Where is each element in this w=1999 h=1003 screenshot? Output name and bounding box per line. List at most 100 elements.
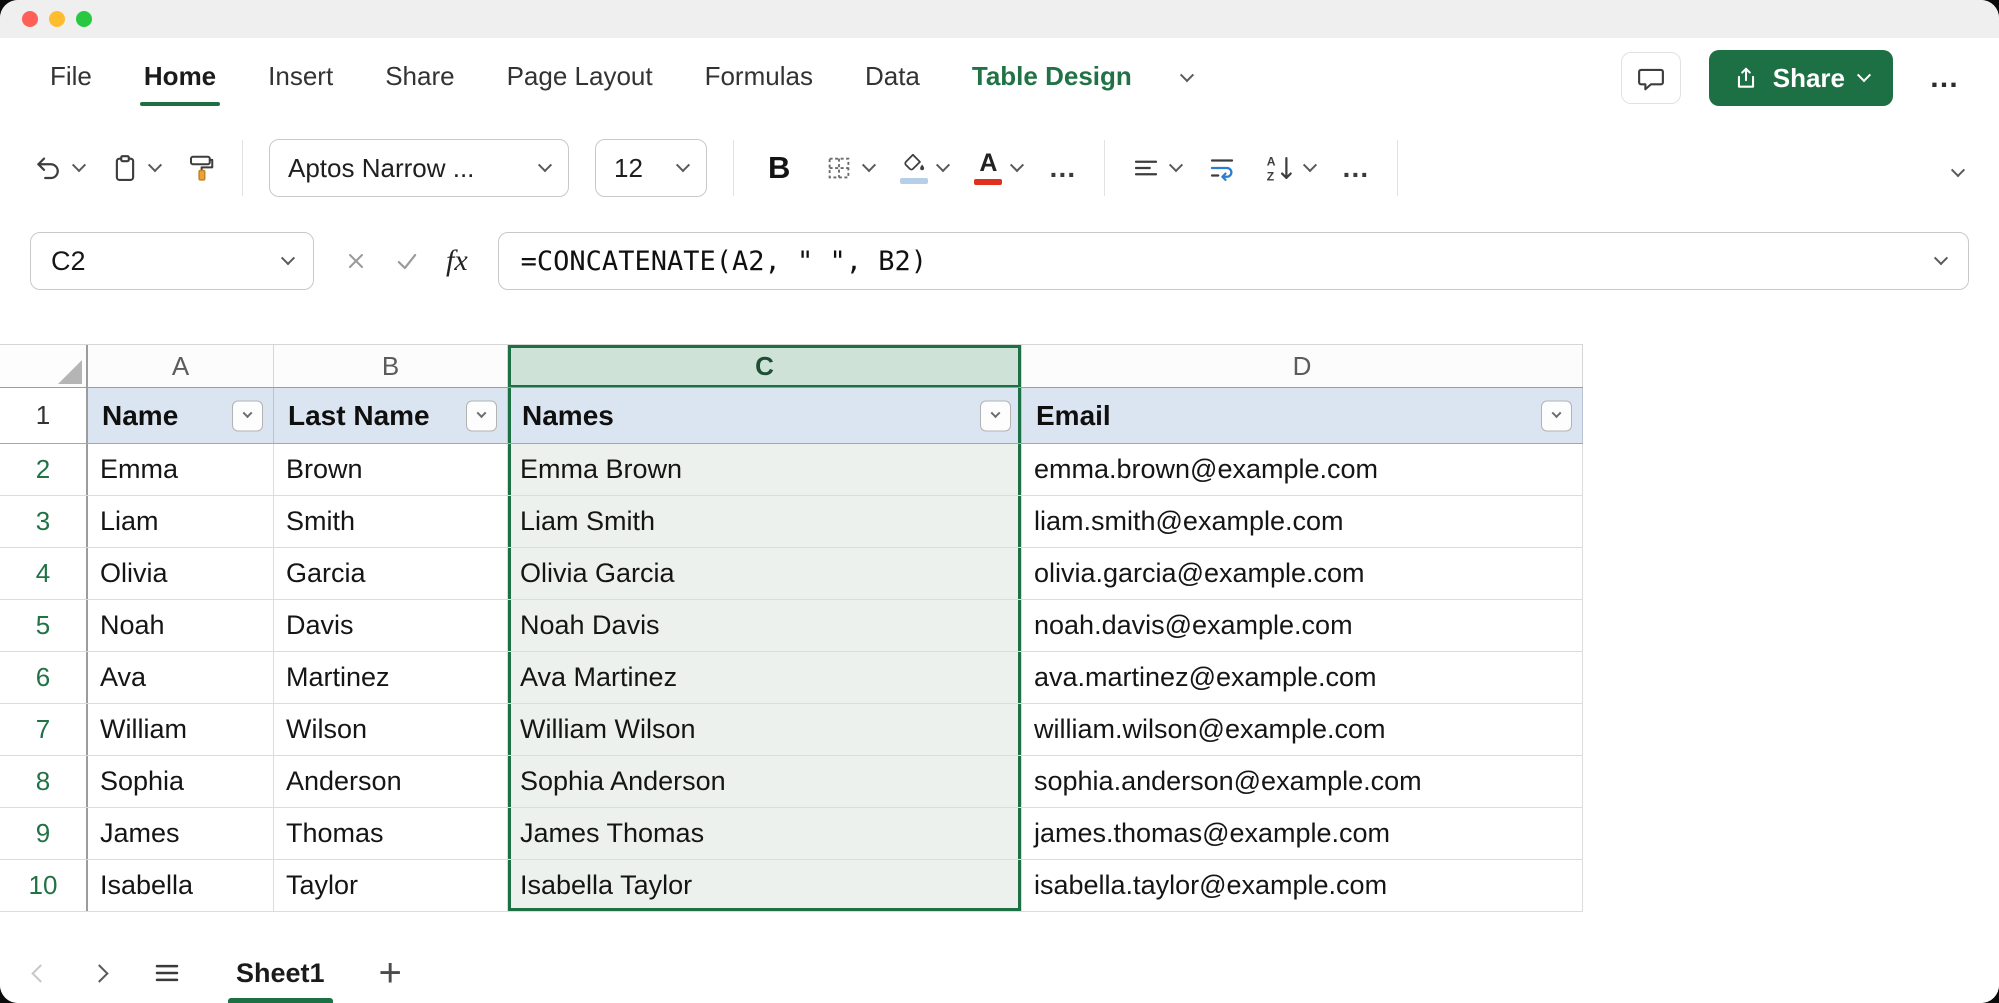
share-button[interactable]: Share	[1708, 50, 1893, 106]
tab-file[interactable]: File	[48, 53, 94, 104]
filter-button[interactable]	[980, 400, 1011, 431]
grid-cell[interactable]: William Wilson	[508, 704, 1022, 755]
tab-home[interactable]: Home	[139, 53, 221, 106]
grid-cell[interactable]: william.wilson@example.com	[1022, 704, 1583, 755]
grid-cell[interactable]: Smith	[274, 496, 508, 547]
sheet-list-icon[interactable]	[152, 958, 182, 988]
grid-cell[interactable]: Taylor	[274, 860, 508, 911]
tab-insert[interactable]: Insert	[266, 53, 335, 104]
fill-color-button[interactable]	[900, 153, 951, 184]
font-color-button[interactable]: A	[974, 151, 1025, 185]
row-header[interactable]: 3	[0, 496, 88, 547]
column-header-b[interactable]: B	[274, 345, 508, 387]
grid-cell[interactable]: Thomas	[274, 808, 508, 859]
font-size-select[interactable]: 12	[595, 139, 707, 197]
cancel-icon[interactable]	[344, 249, 368, 273]
name-box[interactable]: C2	[30, 232, 314, 290]
row-header[interactable]: 1	[0, 388, 88, 443]
sort-filter-button[interactable]: A Z	[1263, 153, 1318, 183]
chevron-down-icon[interactable]	[1179, 68, 1194, 83]
grid-cell[interactable]: liam.smith@example.com	[1022, 496, 1583, 547]
grid-cell[interactable]: Garcia	[274, 548, 508, 599]
filter-button[interactable]	[1541, 400, 1572, 431]
row-header[interactable]: 6	[0, 652, 88, 703]
column-header-a[interactable]: A	[88, 345, 274, 387]
formula-input[interactable]: =CONCATENATE(A2, " ", B2)	[497, 232, 1969, 290]
row-header[interactable]: 8	[0, 756, 88, 807]
grid-cell[interactable]: Wilson	[274, 704, 508, 755]
grid-cell[interactable]: Liam	[88, 496, 274, 547]
grid-cell[interactable]: James	[88, 808, 274, 859]
minimize-window-button[interactable]	[49, 11, 65, 27]
filter-button[interactable]	[232, 400, 263, 431]
grid-cell[interactable]: Noah	[88, 600, 274, 651]
ribbon-more-button[interactable]: …	[1921, 61, 1969, 95]
row-header[interactable]: 7	[0, 704, 88, 755]
grid-cell[interactable]: Sophia	[88, 756, 274, 807]
grid-cell[interactable]: james.thomas@example.com	[1022, 808, 1583, 859]
grid-cell[interactable]: Ava Martinez	[508, 652, 1022, 703]
row-header[interactable]: 2	[0, 444, 88, 495]
grid-cell[interactable]: sophia.anderson@example.com	[1022, 756, 1583, 807]
grid-cell[interactable]: Emma Brown	[508, 444, 1022, 495]
ribbon-collapse-chevron[interactable]	[1950, 163, 1966, 178]
grid-cell[interactable]: Isabella Taylor	[508, 860, 1022, 911]
borders-button[interactable]	[824, 153, 877, 183]
undo-button[interactable]	[34, 153, 87, 183]
column-header-c[interactable]: C	[508, 345, 1022, 387]
tab-formulas[interactable]: Formulas	[703, 53, 815, 104]
wrap-text-button[interactable]	[1207, 153, 1237, 183]
table-header-cell[interactable]: Last Name	[274, 388, 508, 443]
grid-cell[interactable]: Liam Smith	[508, 496, 1022, 547]
grid-cell[interactable]: isabella.taylor@example.com	[1022, 860, 1583, 911]
table-header-cell[interactable]: Email	[1022, 388, 1583, 443]
paste-button[interactable]	[110, 153, 163, 183]
select-all-corner[interactable]	[0, 345, 88, 387]
chevron-down-icon[interactable]	[1933, 251, 1949, 266]
tab-page-layout[interactable]: Page Layout	[505, 53, 655, 104]
table-header-cell[interactable]: Names	[508, 388, 1022, 443]
grid-cell[interactable]: Ava	[88, 652, 274, 703]
bold-button[interactable]: B	[760, 150, 798, 186]
grid-cell[interactable]: olivia.garcia@example.com	[1022, 548, 1583, 599]
prev-sheet-chevron[interactable]	[31, 963, 50, 983]
grid-cell[interactable]: William	[88, 704, 274, 755]
insert-function-button[interactable]: fx	[446, 244, 468, 278]
grid-cell[interactable]: Noah Davis	[508, 600, 1022, 651]
close-window-button[interactable]	[22, 11, 38, 27]
row-header[interactable]: 9	[0, 808, 88, 859]
row-header[interactable]: 4	[0, 548, 88, 599]
zoom-window-button[interactable]	[76, 11, 92, 27]
row-header[interactable]: 5	[0, 600, 88, 651]
tab-data[interactable]: Data	[863, 53, 922, 104]
grid-cell[interactable]: James Thomas	[508, 808, 1022, 859]
tab-share[interactable]: Share	[383, 53, 456, 104]
grid-cell[interactable]: Anderson	[274, 756, 508, 807]
next-sheet-chevron[interactable]	[90, 963, 109, 983]
comments-button[interactable]	[1620, 52, 1681, 104]
filter-button[interactable]	[466, 400, 497, 431]
grid-cell[interactable]: Olivia	[88, 548, 274, 599]
sheet-tab-sheet1[interactable]: Sheet1	[228, 943, 333, 1003]
align-group-more-button[interactable]: …	[1341, 152, 1371, 184]
align-button[interactable]	[1131, 153, 1184, 183]
grid-cell[interactable]: emma.brown@example.com	[1022, 444, 1583, 495]
grid-cell[interactable]: Martinez	[274, 652, 508, 703]
font-name-select[interactable]: Aptos Narrow ...	[269, 139, 569, 197]
grid-cell[interactable]: Brown	[274, 444, 508, 495]
format-painter-button[interactable]	[186, 153, 216, 183]
grid-cell[interactable]: ava.martinez@example.com	[1022, 652, 1583, 703]
column-header-d[interactable]: D	[1022, 345, 1583, 387]
grid-cell[interactable]: Olivia Garcia	[508, 548, 1022, 599]
grid-cell[interactable]: noah.davis@example.com	[1022, 600, 1583, 651]
tab-table-design[interactable]: Table Design	[970, 53, 1134, 104]
table-header-cell[interactable]: Name	[88, 388, 274, 443]
row-header[interactable]: 10	[0, 860, 88, 911]
grid-cell[interactable]: Emma	[88, 444, 274, 495]
font-group-more-button[interactable]: …	[1048, 152, 1078, 184]
grid-cell[interactable]: Isabella	[88, 860, 274, 911]
grid-cell[interactable]: Davis	[274, 600, 508, 651]
enter-check-icon[interactable]	[394, 248, 420, 274]
add-sheet-button[interactable]: +	[379, 953, 402, 993]
grid-cell[interactable]: Sophia Anderson	[508, 756, 1022, 807]
